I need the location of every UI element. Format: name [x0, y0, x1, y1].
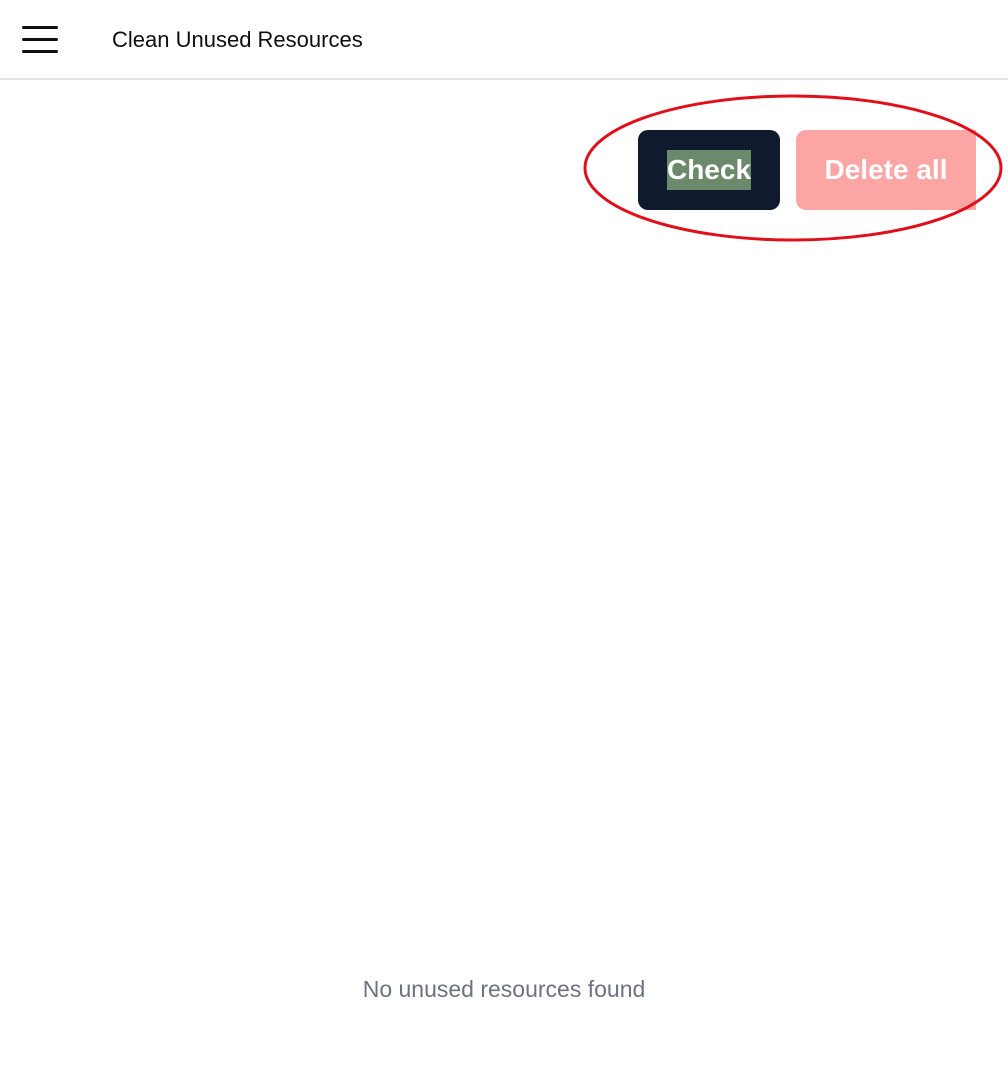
hamburger-menu-icon[interactable] [22, 24, 58, 56]
app-header: Clean Unused Resources [0, 0, 1008, 80]
menu-bar [22, 50, 58, 53]
menu-bar [22, 26, 58, 29]
page-title: Clean Unused Resources [112, 27, 363, 52]
delete-all-button[interactable]: Delete all [796, 130, 976, 210]
empty-state-message: No unused resources found [362, 976, 646, 1002]
delete-all-button-label: Delete all [824, 154, 948, 185]
menu-bar [22, 38, 58, 41]
check-button-label: Check [666, 150, 752, 190]
check-button[interactable]: Check [638, 130, 780, 210]
